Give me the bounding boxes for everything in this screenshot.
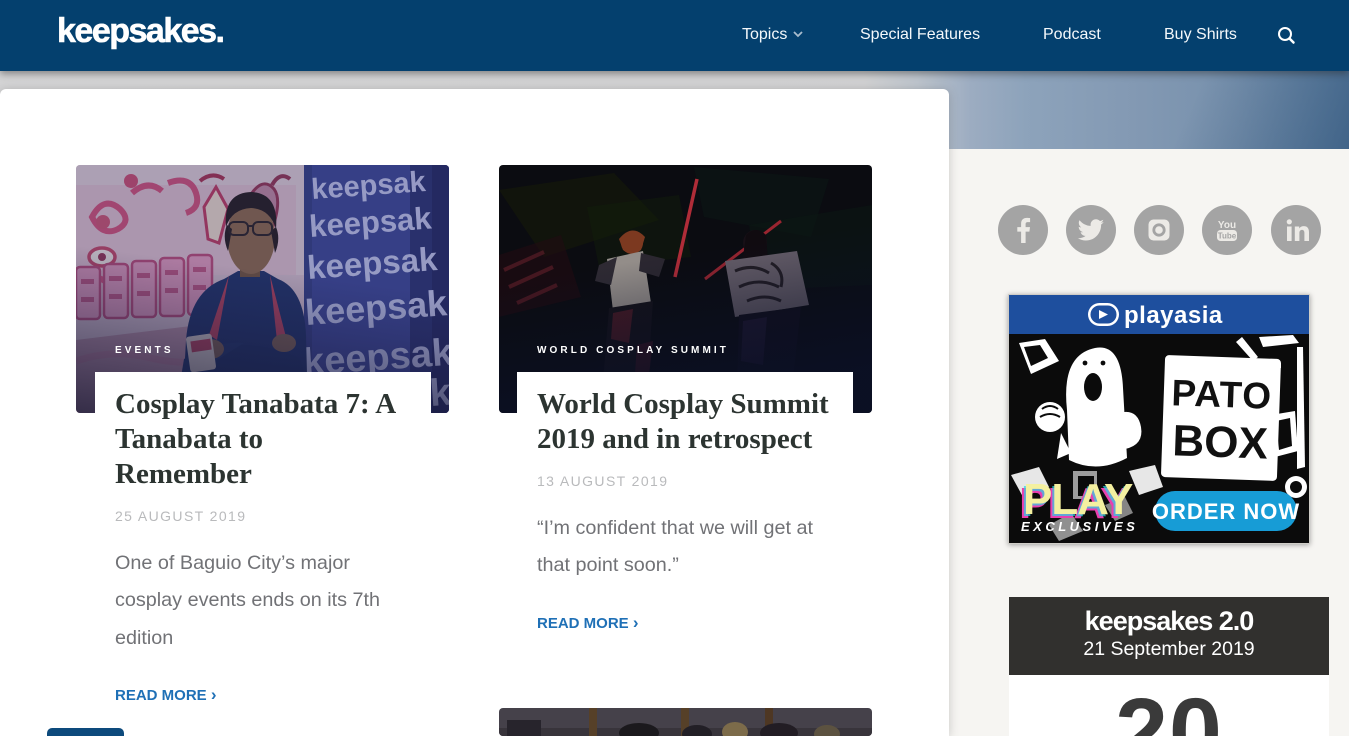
svg-text:EXCLUSIVES: EXCLUSIVES [1021, 519, 1138, 534]
svg-text:PATO: PATO [1171, 372, 1273, 416]
svg-text:BOX: BOX [1172, 416, 1269, 468]
svg-text:ORDER NOW: ORDER NOW [1152, 499, 1300, 524]
svg-text:You: You [1218, 220, 1236, 231]
svg-text:playasia: playasia [1124, 302, 1223, 329]
svg-text:PLAY: PLAY [1023, 475, 1133, 524]
svg-text:Tube: Tube [1218, 232, 1237, 241]
